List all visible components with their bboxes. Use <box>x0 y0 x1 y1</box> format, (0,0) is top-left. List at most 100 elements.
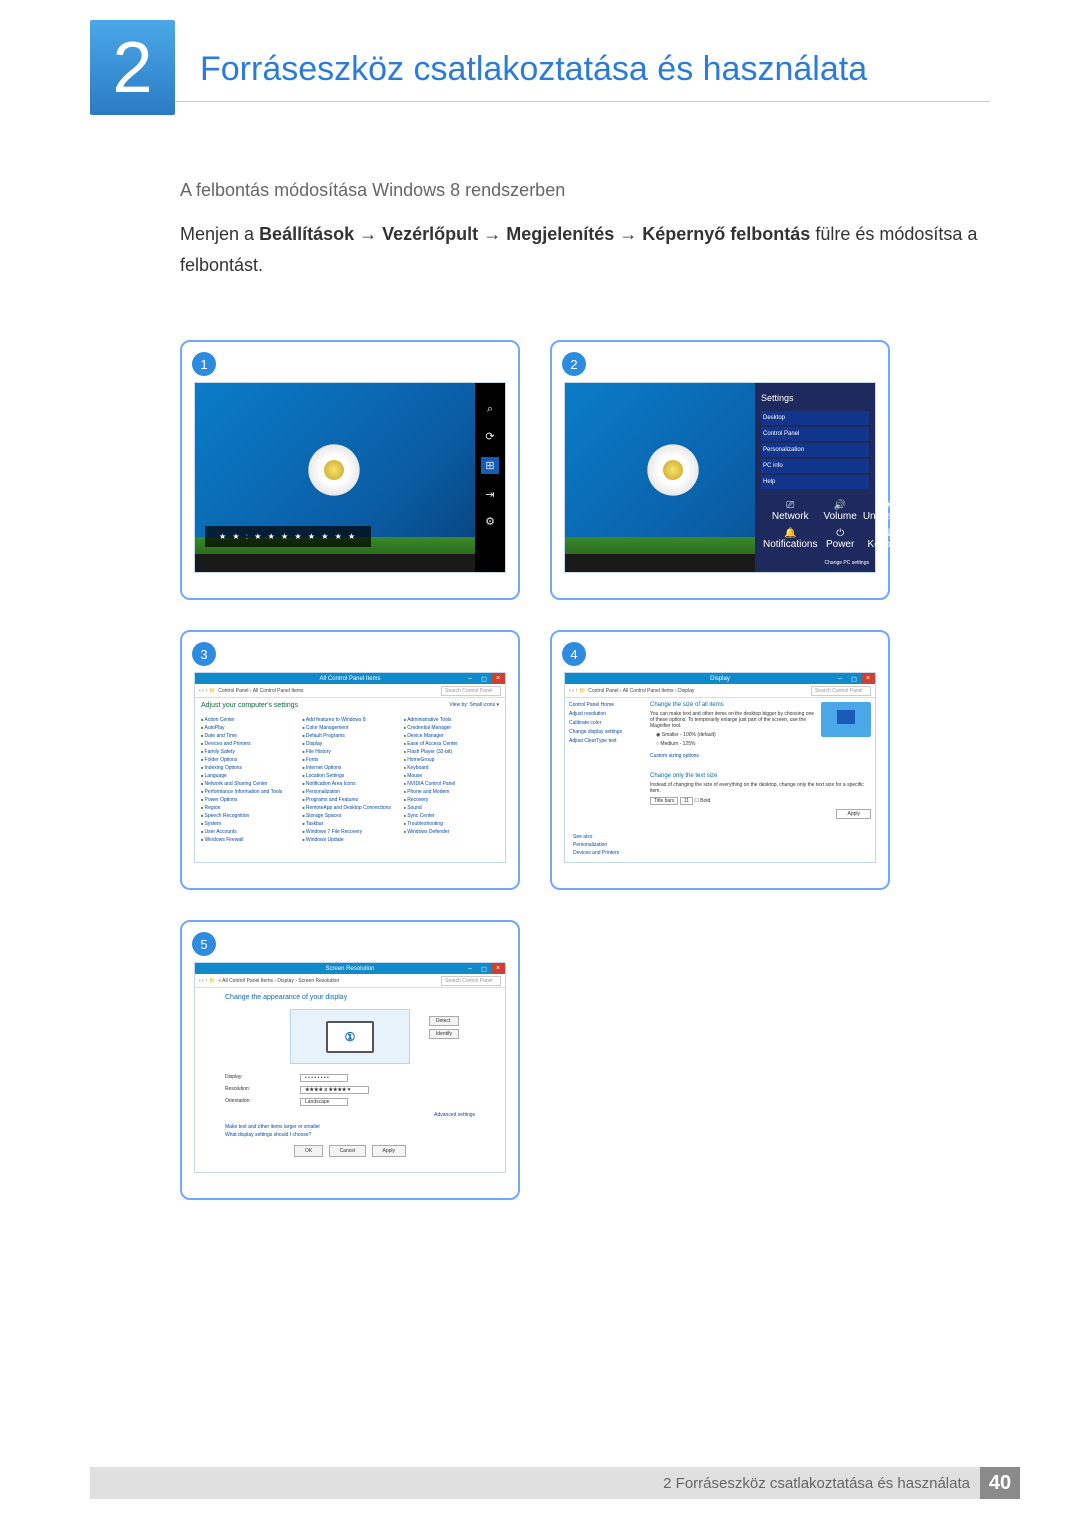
control-panel-item[interactable]: Color Management <box>302 725 397 731</box>
search-input[interactable]: Search Control Panel <box>441 686 501 696</box>
keyboard-icon[interactable]: ⌨Keyboard <box>863 528 915 550</box>
search-icon[interactable]: ⌕ <box>487 403 493 416</box>
control-panel-item[interactable]: Windows Update <box>302 837 397 843</box>
minimize-icon[interactable]: – <box>463 963 477 974</box>
control-panel-item[interactable]: Location Settings <box>302 773 397 779</box>
size-select[interactable]: 11 <box>680 797 693 805</box>
close-icon[interactable]: × <box>491 963 505 974</box>
control-panel-item[interactable]: Phone and Modem <box>404 789 499 795</box>
maximize-icon[interactable]: ◻ <box>477 963 491 974</box>
control-panel-item[interactable]: Power Options <box>201 797 296 803</box>
display-select[interactable]: • • • • • • • • <box>300 1074 348 1082</box>
sidebar-link[interactable]: Control Panel Home <box>569 702 644 708</box>
control-panel-item[interactable]: Administrative Tools <box>404 717 499 723</box>
share-icon[interactable]: ⟳ <box>485 430 494 443</box>
breadcrumb[interactable]: ‹ › ↑ 📁 Control Panel › All Control Pane… <box>565 684 875 698</box>
settings-item[interactable]: Desktop <box>761 411 869 425</box>
bold-checkbox[interactable]: Bold <box>700 798 710 804</box>
control-panel-item[interactable]: Windows 7 File Recovery <box>302 829 397 835</box>
control-panel-item[interactable]: NVIDIA Control Panel <box>404 781 499 787</box>
search-input[interactable]: Search Control Panel <box>811 686 871 696</box>
control-panel-item[interactable]: HomeGroup <box>404 757 499 763</box>
control-panel-item[interactable]: Fonts <box>302 757 397 763</box>
see-also-link[interactable]: Devices and Printers <box>573 850 619 856</box>
detect-button[interactable]: Detect <box>429 1016 459 1026</box>
ok-button[interactable]: OK <box>294 1145 323 1157</box>
control-panel-item[interactable]: Sync Center <box>404 813 499 819</box>
volume-icon[interactable]: 🔊Volume <box>823 500 856 522</box>
control-panel-item[interactable]: File History <box>302 749 397 755</box>
control-panel-item[interactable]: Folder Options <box>201 757 296 763</box>
control-panel-item[interactable]: Credential Manager <box>404 725 499 731</box>
view-by-select[interactable]: View by: Small icons ▾ <box>449 702 499 708</box>
control-panel-item[interactable]: Region <box>201 805 296 811</box>
custom-sizing-link[interactable]: Custom sizing options <box>650 753 871 759</box>
settings-item[interactable]: Personalization <box>761 443 869 457</box>
start-icon[interactable]: ⊞ <box>481 457 498 474</box>
settings-icon[interactable]: ⚙ <box>485 515 495 528</box>
control-panel-item[interactable]: Troubleshooting <box>404 821 499 827</box>
control-panel-item[interactable]: Add features to Windows 8 <box>302 717 397 723</box>
control-panel-item[interactable]: User Accounts <box>201 829 296 835</box>
maximize-icon[interactable]: ◻ <box>477 673 491 684</box>
control-panel-item[interactable]: Notification Area Icons <box>302 781 397 787</box>
orientation-select[interactable]: Landscape <box>300 1098 348 1106</box>
help-link[interactable]: What display settings should I choose? <box>225 1132 475 1138</box>
sidebar-link[interactable]: Adjust ClearType text <box>569 738 644 744</box>
control-panel-item[interactable]: Device Manager <box>404 733 499 739</box>
settings-item[interactable]: Help <box>761 475 869 489</box>
apply-button[interactable]: Apply <box>836 809 871 819</box>
text-size-link[interactable]: Make text and other items larger or smal… <box>225 1124 475 1130</box>
apply-button[interactable]: Apply <box>372 1145 407 1157</box>
control-panel-item[interactable]: Sound <box>404 805 499 811</box>
control-panel-item[interactable]: RemoteApp and Desktop Connections <box>302 805 397 811</box>
control-panel-item[interactable]: Windows Firewall <box>201 837 296 843</box>
see-also-link[interactable]: Personalization <box>573 842 619 848</box>
control-panel-item[interactable]: Display <box>302 741 397 747</box>
brightness-icon[interactable]: ☀Unavailable <box>863 500 915 522</box>
control-panel-item[interactable]: Windows Defender <box>404 829 499 835</box>
control-panel-item[interactable]: Network and Sharing Center <box>201 781 296 787</box>
control-panel-item[interactable]: Speech Recognition <box>201 813 296 819</box>
advanced-settings-link[interactable]: Advanced settings <box>225 1112 475 1118</box>
control-panel-item[interactable]: Internet Options <box>302 765 397 771</box>
control-panel-item[interactable]: Language <box>201 773 296 779</box>
control-panel-item[interactable]: Devices and Printers <box>201 741 296 747</box>
control-panel-item[interactable]: System <box>201 821 296 827</box>
sidebar-link[interactable]: Adjust resolution <box>569 711 644 717</box>
breadcrumb[interactable]: ‹ › ↑ 📁 « All Control Panel Items › Disp… <box>195 974 505 988</box>
sidebar-link[interactable]: Change display settings <box>569 729 644 735</box>
control-panel-item[interactable]: Storage Spaces <box>302 813 397 819</box>
control-panel-item[interactable]: Default Programs <box>302 733 397 739</box>
control-panel-item[interactable]: Personalization <box>302 789 397 795</box>
size-option-radio[interactable]: ○ Medium - 125% <box>656 741 871 747</box>
control-panel-item[interactable]: Keyboard <box>404 765 499 771</box>
control-panel-item[interactable]: Mouse <box>404 773 499 779</box>
change-pc-settings-link[interactable]: Change PC settings <box>825 560 869 566</box>
control-panel-item[interactable]: Family Safety <box>201 749 296 755</box>
control-panel-item[interactable]: Action Center <box>201 717 296 723</box>
close-icon[interactable]: × <box>491 673 505 684</box>
maximize-icon[interactable]: ◻ <box>847 673 861 684</box>
minimize-icon[interactable]: – <box>833 673 847 684</box>
control-panel-item[interactable]: AutoPlay <box>201 725 296 731</box>
minimize-icon[interactable]: – <box>463 673 477 684</box>
sidebar-link[interactable]: Calibrate color <box>569 720 644 726</box>
identify-button[interactable]: Identify <box>429 1029 459 1039</box>
control-panel-item[interactable]: Performance Information and Tools <box>201 789 296 795</box>
control-panel-item[interactable]: Date and Time <box>201 733 296 739</box>
breadcrumb[interactable]: ‹ › ↑ 📁 Control Panel › All Control Pane… <box>195 684 505 698</box>
resolution-select[interactable]: ★★★★ x ★★★★ ▾ <box>300 1086 369 1094</box>
settings-panel[interactable]: Settings Desktop Control Panel Personali… <box>755 383 875 572</box>
item-select[interactable]: Title bars <box>650 797 678 805</box>
network-icon[interactable]: ⎚Network <box>763 500 817 522</box>
control-panel-item[interactable]: Indexing Options <box>201 765 296 771</box>
control-panel-item[interactable]: Programs and Features <box>302 797 397 803</box>
settings-item[interactable]: PC info <box>761 459 869 473</box>
search-input[interactable]: Search Control Panel <box>441 976 501 986</box>
control-panel-item[interactable]: Flash Player (32-bit) <box>404 749 499 755</box>
notifications-icon[interactable]: 🔔Notifications <box>763 528 817 550</box>
close-icon[interactable]: × <box>861 673 875 684</box>
control-panel-item[interactable]: Ease of Access Center <box>404 741 499 747</box>
devices-icon[interactable]: ⇥ <box>485 488 494 501</box>
